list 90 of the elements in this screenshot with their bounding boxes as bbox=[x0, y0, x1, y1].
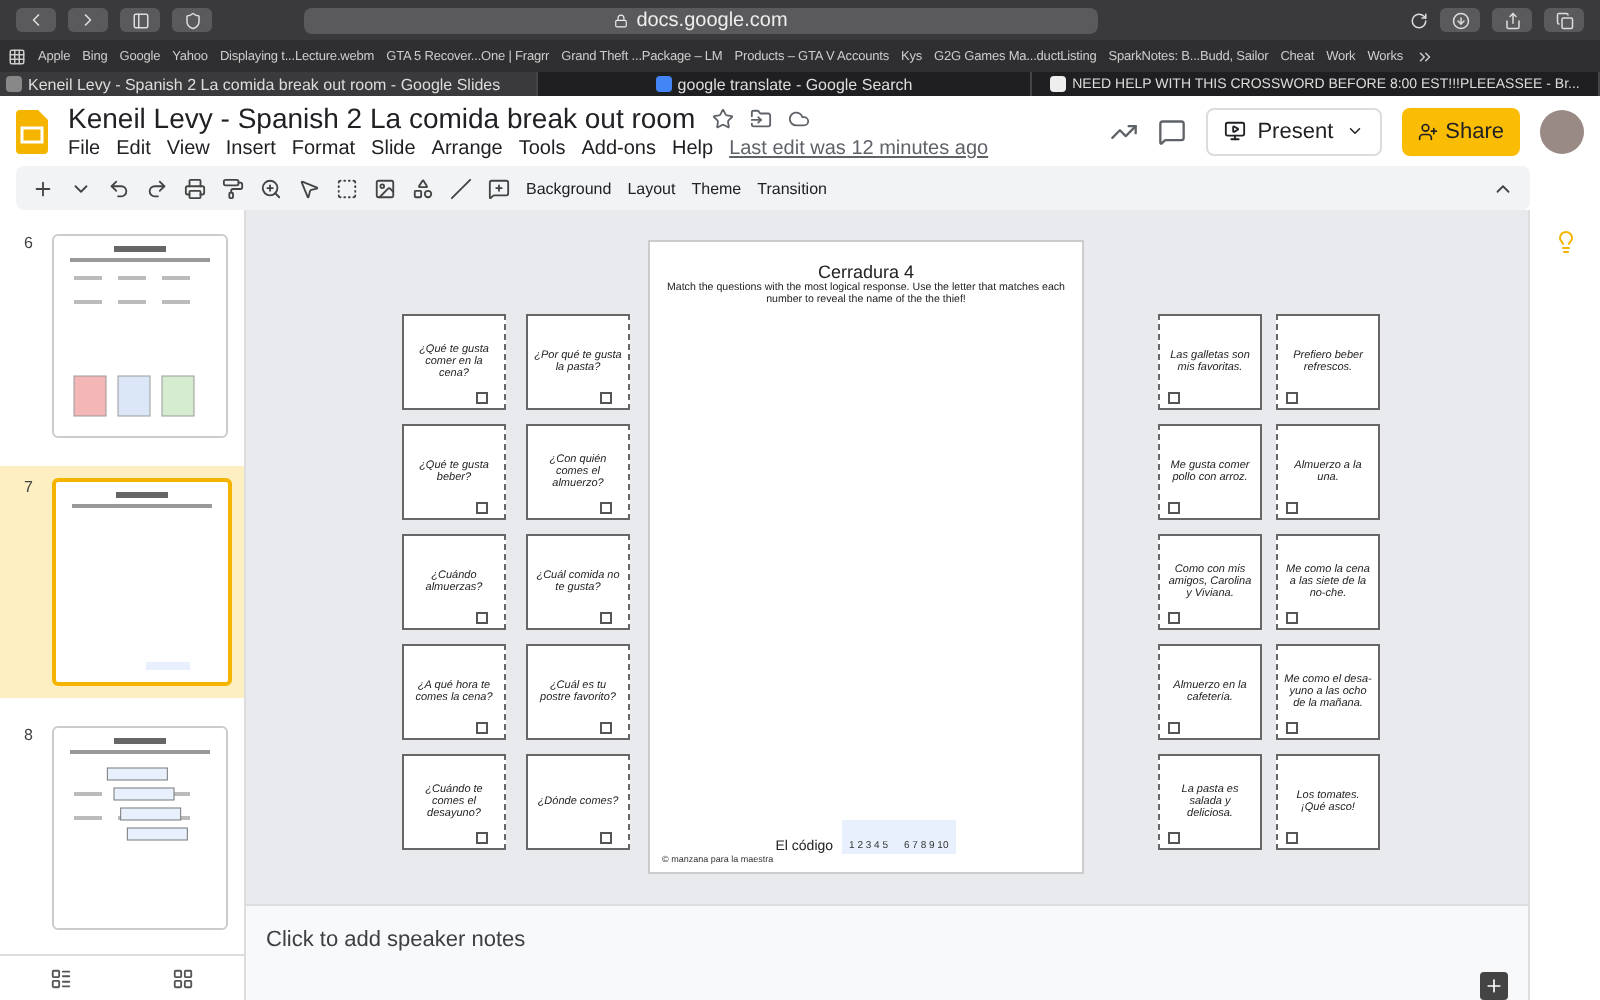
menu-item[interactable]: Arrange bbox=[431, 138, 503, 160]
menu-item[interactable]: Format bbox=[291, 138, 356, 160]
menu-item[interactable]: File bbox=[68, 138, 101, 160]
shapes-icon[interactable] bbox=[412, 177, 434, 199]
menu-item[interactable]: Help bbox=[671, 138, 714, 160]
undo-icon[interactable] bbox=[108, 177, 130, 199]
zoom-icon[interactable] bbox=[260, 177, 282, 199]
menu-item[interactable]: View bbox=[166, 138, 210, 160]
slide-number: 7 bbox=[24, 478, 35, 500]
number-icon bbox=[1168, 832, 1180, 844]
number-icon bbox=[476, 392, 488, 404]
number-icon bbox=[476, 722, 488, 734]
grid-view-icon[interactable] bbox=[172, 967, 194, 989]
url-text: docs.google.com bbox=[636, 9, 788, 31]
number-icon bbox=[476, 832, 488, 844]
browser-tab[interactable]: Keneil Levy - Spanish 2 La comida break out room - Google Slides bbox=[0, 72, 538, 96]
number-icon bbox=[1286, 392, 1298, 404]
number-icon bbox=[1168, 502, 1180, 514]
tabs-button[interactable] bbox=[1544, 8, 1584, 32]
slide-number: 6 bbox=[24, 234, 35, 256]
cursor-icon[interactable] bbox=[298, 177, 320, 199]
slide-thumbnail[interactable] bbox=[52, 234, 228, 438]
filmstrip-entry[interactable]: 8 bbox=[0, 714, 244, 942]
text-box-icon[interactable] bbox=[336, 177, 358, 199]
print-icon[interactable] bbox=[184, 177, 206, 199]
number-icon bbox=[600, 392, 612, 404]
more-icon[interactable] bbox=[1415, 47, 1434, 65]
tabs-icon[interactable] bbox=[1555, 11, 1573, 29]
number-icon bbox=[1286, 502, 1298, 514]
sidebar-icon[interactable] bbox=[131, 11, 149, 29]
reload-icon[interactable] bbox=[1410, 11, 1428, 29]
toolbar-button[interactable]: Layout bbox=[627, 179, 676, 197]
redo-icon[interactable] bbox=[146, 177, 168, 199]
menu-item[interactable]: Add-ons bbox=[581, 138, 656, 160]
grid-icon[interactable] bbox=[8, 47, 26, 65]
number-icon bbox=[1168, 612, 1180, 624]
sidebar-button[interactable] bbox=[120, 8, 160, 32]
toolbar-button[interactable]: Transition bbox=[757, 179, 827, 197]
number-icon bbox=[600, 612, 612, 624]
number-icon bbox=[1286, 612, 1298, 624]
speaker-notes-field[interactable]: Click to add speaker notes bbox=[266, 927, 526, 952]
number-icon bbox=[600, 502, 612, 514]
image-icon[interactable] bbox=[374, 177, 396, 199]
slide-title: Cerradura 4 bbox=[817, 262, 915, 282]
star-icon[interactable] bbox=[711, 107, 734, 129]
last-edit-link[interactable]: Last edit was 12 minutes ago bbox=[729, 138, 989, 160]
present-button[interactable]: Present bbox=[1205, 107, 1382, 155]
paint-format-icon[interactable] bbox=[222, 177, 244, 199]
share-icon[interactable] bbox=[1503, 11, 1521, 29]
number-icon bbox=[1286, 832, 1298, 844]
menu-item[interactable]: Insert bbox=[225, 138, 276, 160]
menu-item[interactable]: Tools bbox=[518, 138, 566, 160]
folder-icon[interactable] bbox=[749, 107, 772, 129]
cloud-icon[interactable] bbox=[787, 107, 810, 129]
number-icon bbox=[1168, 722, 1180, 734]
line-icon[interactable] bbox=[450, 177, 472, 199]
number-icon bbox=[476, 502, 488, 514]
download-icon[interactable] bbox=[1451, 11, 1469, 29]
number-icon bbox=[1168, 392, 1180, 404]
slide-thumbnail[interactable] bbox=[52, 726, 228, 930]
comment-icon[interactable] bbox=[1157, 117, 1186, 145]
filmstrip-entry[interactable]: 6 bbox=[0, 222, 244, 450]
document-title[interactable]: Keneil Levy - Spanish 2 La comida break out room bbox=[68, 102, 696, 134]
menu-item[interactable]: Edit bbox=[116, 138, 151, 160]
slide-thumbnail[interactable] bbox=[52, 478, 232, 686]
person-icon[interactable] bbox=[1417, 121, 1438, 141]
toolbar-button[interactable]: Theme bbox=[691, 179, 742, 197]
shield-icon[interactable] bbox=[183, 11, 201, 29]
avatar[interactable] bbox=[1540, 109, 1584, 153]
number-icon bbox=[600, 832, 612, 844]
caret-icon[interactable] bbox=[1345, 122, 1364, 140]
slide-number: 8 bbox=[24, 726, 35, 748]
filmstrip-entry[interactable]: 7 bbox=[0, 466, 244, 698]
address-bar[interactable]: docs.google.com bbox=[304, 7, 1098, 33]
share-button[interactable]: Share bbox=[1401, 107, 1520, 155]
toolbar-button[interactable]: Background bbox=[526, 179, 612, 197]
comment-add-icon[interactable] bbox=[488, 177, 510, 199]
new-icon[interactable] bbox=[32, 177, 54, 199]
menu-item[interactable]: Slide bbox=[371, 138, 416, 160]
forward-button[interactable] bbox=[68, 8, 108, 32]
number-icon bbox=[476, 612, 488, 624]
download-button[interactable] bbox=[1440, 8, 1480, 32]
lock-icon[interactable] bbox=[614, 13, 629, 27]
number-icon bbox=[600, 722, 612, 734]
list-view-icon[interactable] bbox=[50, 967, 72, 989]
present-icon[interactable] bbox=[1223, 120, 1246, 142]
share-button[interactable] bbox=[1492, 8, 1532, 32]
number-icon bbox=[1286, 722, 1298, 734]
shield-button[interactable] bbox=[172, 8, 212, 32]
back-button[interactable] bbox=[16, 8, 56, 32]
